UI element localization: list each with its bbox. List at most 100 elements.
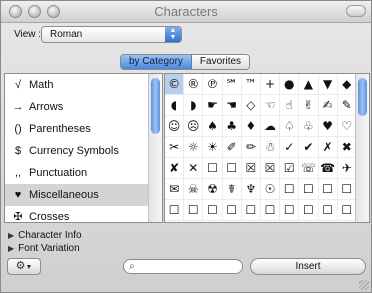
character-cell[interactable]: + [260, 74, 281, 95]
character-cell[interactable]: ☼ [184, 137, 204, 158]
category-item-currency-symbols[interactable]: $ Currency Symbols [5, 140, 149, 162]
character-cell[interactable]: ✔ [299, 137, 319, 158]
character-cell[interactable]: © [165, 74, 185, 95]
character-cell[interactable]: ◇ [241, 95, 261, 116]
character-cell[interactable]: ☐ [299, 200, 319, 221]
category-label: Crosses [29, 211, 70, 223]
character-cell[interactable]: ♣ [222, 116, 242, 137]
character-cell[interactable]: ☐ [337, 200, 357, 221]
character-info-disclosure[interactable]: ▶ Character Info [8, 230, 82, 241]
character-cell[interactable]: ☐ [184, 200, 204, 221]
character-cell[interactable]: ✖ [337, 137, 357, 158]
character-cell[interactable]: ✂ [165, 137, 185, 158]
character-cell[interactable]: ✍ [318, 95, 338, 116]
cross-icon: ✠ [13, 211, 23, 223]
character-cell[interactable]: ♠ [203, 116, 223, 137]
title-bar: Characters [1, 1, 371, 23]
character-cell[interactable]: ☒ [260, 158, 281, 179]
category-scroll-thumb[interactable] [151, 78, 160, 134]
character-cell[interactable]: ☐ [203, 158, 223, 179]
character-cell[interactable]: ☃ [260, 137, 281, 158]
character-cell[interactable]: ☐ [203, 200, 223, 221]
character-cell[interactable]: ✓ [280, 137, 300, 158]
category-item-punctuation[interactable]: ,, Punctuation [5, 162, 149, 184]
view-select[interactable]: Roman ▲ ▼ [41, 26, 182, 43]
character-cell[interactable]: ☁ [260, 116, 281, 137]
character-cell[interactable]: ☚ [222, 95, 242, 116]
character-cell[interactable]: ☹ [184, 116, 204, 137]
category-scrollbar[interactable] [148, 74, 162, 222]
tab-by-category[interactable]: by Category [121, 55, 192, 69]
character-cell[interactable]: ♥ [318, 116, 338, 137]
category-item-arrows[interactable]: → Arrows [5, 96, 149, 118]
character-cell[interactable]: ☐ [222, 200, 242, 221]
character-cell[interactable]: ◗ [184, 95, 204, 116]
category-label: Punctuation [29, 167, 88, 179]
character-cell[interactable]: ☐ [241, 200, 261, 221]
character-cell[interactable]: ✘ [165, 158, 185, 179]
character-scroll-thumb[interactable] [358, 78, 367, 116]
category-item-miscellaneous[interactable]: ♥ Miscellaneous [5, 184, 149, 206]
character-cell[interactable]: ☛ [203, 95, 223, 116]
character-cell[interactable]: ✐ [222, 137, 242, 158]
character-cell[interactable]: ▲ [299, 74, 319, 95]
character-cell[interactable]: ◖ [165, 95, 185, 116]
search-icon: ⌕ [129, 261, 135, 272]
view-tabs: by Category Favorites [120, 54, 251, 70]
resize-grip[interactable] [359, 280, 369, 290]
character-cell[interactable]: ☏ [299, 158, 319, 179]
character-cell[interactable]: ☐ [280, 200, 300, 221]
character-cell[interactable]: ♤ [280, 116, 300, 137]
character-cell[interactable]: ☐ [318, 200, 338, 221]
character-cell[interactable]: ✏ [241, 137, 261, 158]
character-cell[interactable]: ☐ [165, 200, 185, 221]
character-cell[interactable]: ☒ [241, 158, 261, 179]
character-cell[interactable]: ♧ [299, 116, 319, 137]
parentheses-icon: () [14, 123, 22, 135]
category-item-crosses[interactable]: ✠ Crosses [5, 206, 149, 223]
character-cell[interactable]: ✉ [165, 179, 185, 200]
character-cell[interactable]: ● [280, 74, 300, 95]
character-cell[interactable]: ♦ [241, 116, 261, 137]
character-cell[interactable]: ▼ [318, 74, 338, 95]
character-cell[interactable]: ✕ [184, 158, 204, 179]
character-cell[interactable]: ☐ [280, 179, 300, 200]
character-cell[interactable]: ☐ [299, 179, 319, 200]
character-cell[interactable]: ☐ [337, 179, 357, 200]
character-cell[interactable]: ™ [241, 74, 261, 95]
character-cell[interactable]: ✎ [337, 95, 357, 116]
character-cell[interactable]: ♡ [337, 116, 357, 137]
character-cell[interactable]: ☑ [280, 158, 300, 179]
character-cell[interactable]: ® [184, 74, 204, 95]
character-cell[interactable]: ✗ [318, 137, 338, 158]
character-cell[interactable]: ☤ [222, 179, 242, 200]
character-cell[interactable]: ℗ [203, 74, 223, 95]
character-cell[interactable]: ☠ [184, 179, 204, 200]
character-cell[interactable]: ✈ [337, 158, 357, 179]
character-cell[interactable]: ☢ [203, 179, 223, 200]
character-cell[interactable]: ℠ [222, 74, 242, 95]
character-cell[interactable]: ✌ [299, 95, 319, 116]
arrow-icon: → [12, 101, 24, 113]
action-menu-button[interactable]: ⚙▼ [7, 258, 41, 275]
search-input[interactable] [142, 261, 238, 272]
character-cell[interactable]: ☉ [260, 179, 281, 200]
character-cell[interactable]: ☐ [318, 179, 338, 200]
category-item-parentheses[interactable]: () Parentheses [5, 118, 149, 140]
character-scrollbar[interactable] [355, 74, 369, 222]
insert-button[interactable]: Insert [250, 258, 366, 275]
font-variation-disclosure[interactable]: ▶ Font Variation [8, 243, 80, 254]
category-label: Math [29, 79, 54, 91]
character-cell[interactable]: ☺ [165, 116, 185, 137]
character-cell[interactable]: ☝ [280, 95, 300, 116]
character-cell[interactable]: ♆ [241, 179, 261, 200]
character-cell[interactable]: ☎ [318, 158, 338, 179]
character-cell[interactable]: ☐ [260, 200, 281, 221]
character-cell[interactable]: ☐ [222, 158, 242, 179]
character-cell[interactable]: ☜ [260, 95, 281, 116]
tab-favorites[interactable]: Favorites [191, 55, 250, 69]
category-item-math[interactable]: √ Math [5, 74, 149, 96]
character-cell[interactable]: ☀ [203, 137, 223, 158]
toolbar-toggle-button[interactable] [346, 5, 366, 17]
character-cell[interactable]: ◆ [337, 74, 357, 95]
